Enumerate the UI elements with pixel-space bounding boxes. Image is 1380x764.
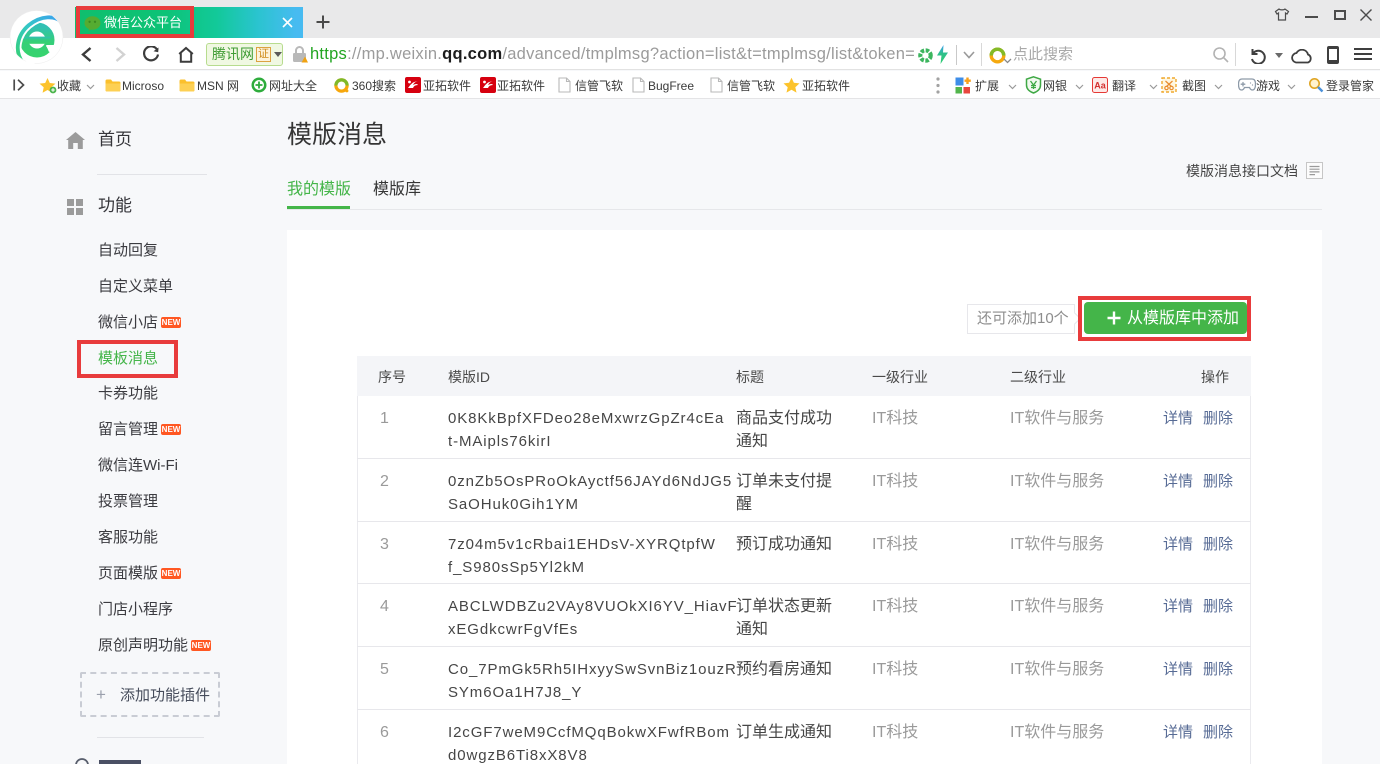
svg-text:Aa: Aa: [1094, 81, 1106, 91]
